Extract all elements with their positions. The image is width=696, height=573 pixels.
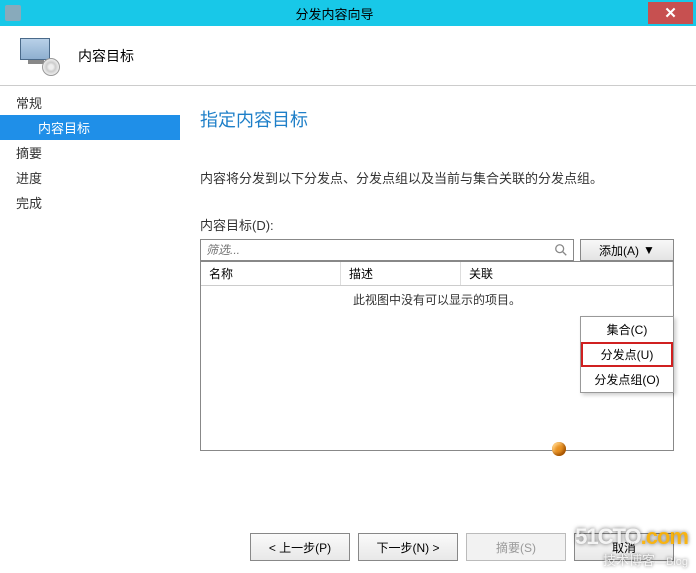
warning-icon	[552, 442, 566, 456]
sidebar-item-progress[interactable]: 进度	[0, 165, 180, 190]
toolbar: 添加(A) ▼	[200, 239, 674, 261]
dropdown-distribution-point-group[interactable]: 分发点组(O)	[581, 367, 673, 392]
cancel-button[interactable]: 取消	[574, 533, 674, 561]
filter-input[interactable]	[206, 243, 554, 257]
sidebar-item-general[interactable]: 常规	[0, 90, 180, 115]
close-button[interactable]: ✕	[648, 2, 693, 24]
table-header: 名称 描述 关联	[201, 262, 673, 286]
content-target-label: 内容目标(D):	[200, 215, 674, 234]
window-title: 分发内容向导	[21, 4, 648, 23]
wizard-buttons: < 上一步(P) 下一步(N) > 摘要(S) 取消	[200, 519, 696, 561]
th-name[interactable]: 名称	[201, 262, 341, 285]
close-icon: ✕	[664, 4, 677, 22]
filter-box[interactable]	[200, 239, 574, 261]
wizard-header: 内容目标	[0, 26, 696, 86]
table-empty-message: 此视图中没有可以显示的项目。	[201, 285, 673, 314]
wizard-icon	[16, 36, 60, 76]
app-icon	[5, 5, 21, 21]
sidebar-item-summary[interactable]: 摘要	[0, 140, 180, 165]
sidebar-item-content-target[interactable]: 内容目标	[0, 115, 180, 140]
add-dropdown: 集合(C) 分发点(U) 分发点组(O)	[580, 316, 674, 393]
dropdown-collection[interactable]: 集合(C)	[581, 317, 673, 342]
next-button[interactable]: 下一步(N) >	[358, 533, 458, 561]
page-description: 内容将分发到以下分发点、分发点组以及当前与集合关联的分发点组。	[200, 168, 674, 187]
sidebar-item-complete[interactable]: 完成	[0, 190, 180, 215]
th-description[interactable]: 描述	[341, 262, 461, 285]
chevron-down-icon: ▼	[643, 243, 655, 257]
title-bar: 分发内容向导 ✕	[0, 0, 696, 26]
wizard-content: 指定内容目标 内容将分发到以下分发点、分发点组以及当前与集合关联的分发点组。 内…	[180, 86, 696, 573]
add-button[interactable]: 添加(A) ▼	[580, 239, 674, 261]
add-button-label: 添加(A)	[599, 242, 639, 259]
search-icon	[554, 243, 568, 257]
previous-button[interactable]: < 上一步(P)	[250, 533, 350, 561]
page-header-title: 内容目标	[78, 46, 134, 66]
dropdown-distribution-point[interactable]: 分发点(U)	[581, 342, 673, 367]
summary-button: 摘要(S)	[466, 533, 566, 561]
page-title: 指定内容目标	[200, 106, 674, 132]
th-association[interactable]: 关联	[461, 262, 673, 285]
wizard-sidebar: 常规 内容目标 摘要 进度 完成	[0, 86, 180, 573]
